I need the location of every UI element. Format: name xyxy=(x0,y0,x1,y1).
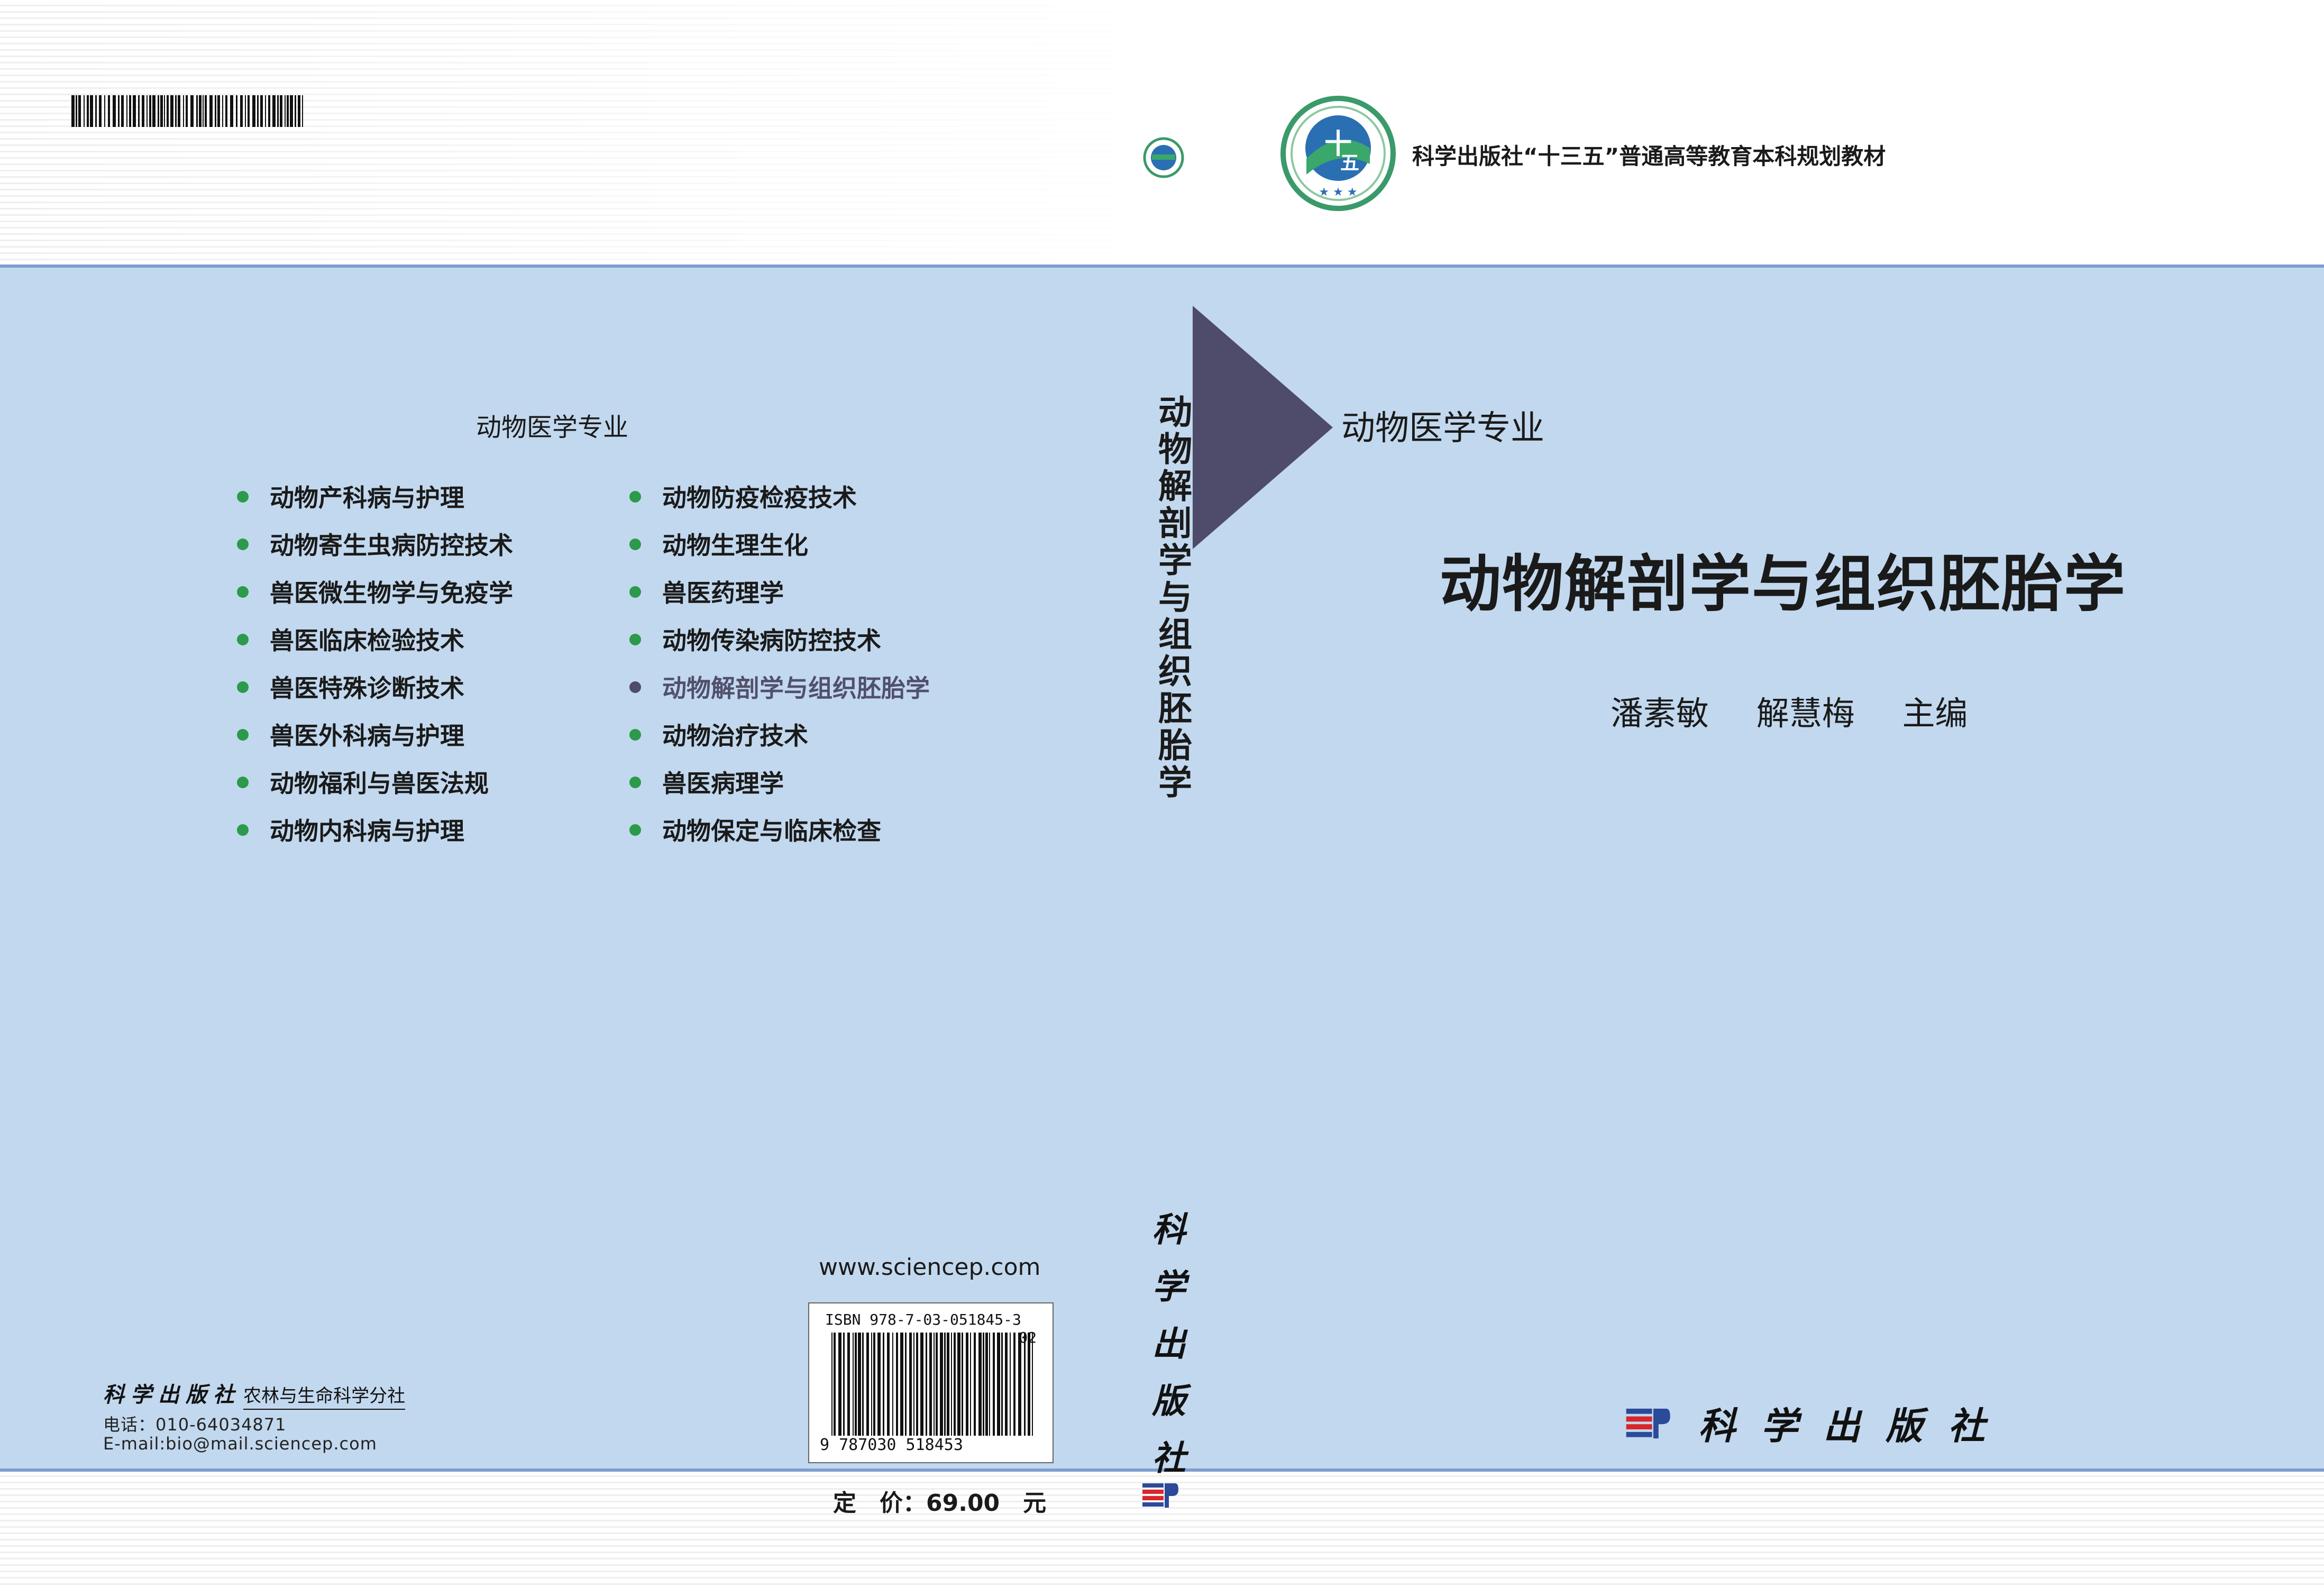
left-book-item-label: 兽医特殊诊断技术 xyxy=(270,674,464,703)
email: E-mail:bio@mail.sciencep.com xyxy=(103,1434,377,1454)
isbn-barcode-box: ISBN 978-7-03-051845-3 02 9 787030 51845… xyxy=(808,1302,1054,1463)
left-book-item-label: 动物内科病与护理 xyxy=(270,817,464,845)
top-band xyxy=(0,0,2324,267)
right-book-item-label: 动物治疗技术 xyxy=(662,722,808,750)
right-book-item-label: 动物传染病防控技术 xyxy=(662,626,881,655)
right-book-item-label: 动物解剖学与组织胚胎学 xyxy=(662,674,930,703)
right-book-item: 动物防疫检疫技术 xyxy=(629,479,857,514)
author-1: 潘素敏 xyxy=(1611,694,1709,733)
right-book-item-label: 动物保定与临床检查 xyxy=(662,817,881,845)
isbn-label: ISBN 978-7-03-051845-3 xyxy=(825,1311,1021,1328)
isbn-bars xyxy=(831,1333,1033,1436)
right-book-item: 动物保定与临床检查 xyxy=(629,812,881,847)
back-heading: 动物医学专业 xyxy=(476,413,629,442)
right-book-item: 动物解剖学与组织胚胎学 xyxy=(629,669,930,704)
triangle-marker xyxy=(1193,306,1333,549)
series-line: 科学出版社“十三五”普通高等教育本科规划教材 xyxy=(1412,143,1886,169)
right-book-item-label: 动物防疫检疫技术 xyxy=(662,484,857,512)
bullet-icon xyxy=(629,777,641,788)
right-book-item-label: 动物生理生化 xyxy=(662,531,808,560)
left-book-item-label: 动物福利与兽医法规 xyxy=(270,769,489,798)
back-publisher-calligraphy: 科学出版社 xyxy=(103,1382,241,1407)
left-book-item: 兽医外科病与护理 xyxy=(237,717,464,752)
left-book-item: 动物福利与兽医法规 xyxy=(237,764,489,799)
svg-text:五: 五 xyxy=(1340,152,1359,174)
left-book-item: 兽医微生物学与免疫学 xyxy=(237,574,513,609)
author-2: 解慧梅 xyxy=(1756,694,1855,733)
left-book-item: 兽医特殊诊断技术 xyxy=(237,669,464,704)
bullet-icon xyxy=(237,681,249,693)
svg-text:★ ★ ★: ★ ★ ★ xyxy=(1319,186,1357,199)
bullet-icon xyxy=(629,824,641,836)
right-book-item: 兽医病理学 xyxy=(629,764,784,799)
left-book-item-label: 兽医微生物学与免疫学 xyxy=(270,579,513,607)
series-emblem-icon: 十 五 ★ ★ ★ xyxy=(1280,96,1396,211)
right-book-item-label: 兽医病理学 xyxy=(662,769,784,798)
left-book-item-label: 动物产科病与护理 xyxy=(270,484,464,512)
front-publisher-mark-icon xyxy=(1626,1408,1670,1438)
bullet-icon xyxy=(237,586,249,598)
authors: 潘素敏 解慧梅 主编 xyxy=(1611,687,2005,734)
bullet-icon xyxy=(237,824,249,836)
left-book-item: 动物产科病与护理 xyxy=(237,479,464,514)
top-barcode xyxy=(71,95,304,127)
bullet-icon xyxy=(237,634,249,645)
left-book-item-label: 动物寄生虫病防控技术 xyxy=(270,531,513,560)
bullet-icon xyxy=(237,729,249,741)
bullet-icon xyxy=(629,491,641,503)
bullet-icon xyxy=(237,539,249,550)
right-book-item: 动物治疗技术 xyxy=(629,717,808,752)
price: 定 价：69.00 元 xyxy=(833,1490,1047,1517)
bullet-icon xyxy=(237,491,249,503)
bullet-icon xyxy=(629,681,641,693)
left-book-item: 动物寄生虫病防控技术 xyxy=(237,526,513,561)
front-series: 动物医学专业 xyxy=(1341,409,1544,448)
front-publisher-name: 科学出版社 xyxy=(1698,1404,2011,1448)
left-book-item-label: 兽医临床检验技术 xyxy=(270,626,464,655)
left-book-item-label: 兽医外科病与护理 xyxy=(270,722,464,750)
website: www.sciencep.com xyxy=(819,1254,1041,1281)
bullet-icon xyxy=(629,539,641,550)
right-book-item-label: 兽医药理学 xyxy=(662,579,784,607)
left-book-item: 兽医临床检验技术 xyxy=(237,622,464,656)
spine-publisher: 科学出版社 xyxy=(1146,1211,1186,1497)
isbn-digits: 9 787030 518453 xyxy=(820,1436,963,1454)
small-emblem-icon xyxy=(1143,137,1184,178)
spine-title: 动物解剖学与组织胚胎学 xyxy=(1152,394,1192,801)
right-book-item: 动物传染病防控技术 xyxy=(629,622,881,656)
bullet-icon xyxy=(237,777,249,788)
left-book-item: 动物内科病与护理 xyxy=(237,812,464,847)
publisher-mark-icon xyxy=(1142,1483,1178,1508)
top-rule xyxy=(0,264,2324,268)
front-publisher: 科学出版社 xyxy=(1624,1397,2010,1450)
right-book-item: 动物生理生化 xyxy=(629,526,808,561)
back-publisher: 科学出版社 农林与生命科学分社 xyxy=(103,1378,406,1410)
publisher-branch: 农林与生命科学分社 xyxy=(243,1385,406,1410)
right-book-item: 兽医药理学 xyxy=(629,574,784,609)
phone: 电话：010-64034871 xyxy=(103,1415,287,1435)
bullet-icon xyxy=(629,729,641,741)
editor-role: 主编 xyxy=(1902,694,1968,733)
bullet-icon xyxy=(629,586,641,598)
book-title: 动物解剖学与组织胚胎学 xyxy=(1440,548,2126,620)
bullet-icon xyxy=(629,634,641,645)
